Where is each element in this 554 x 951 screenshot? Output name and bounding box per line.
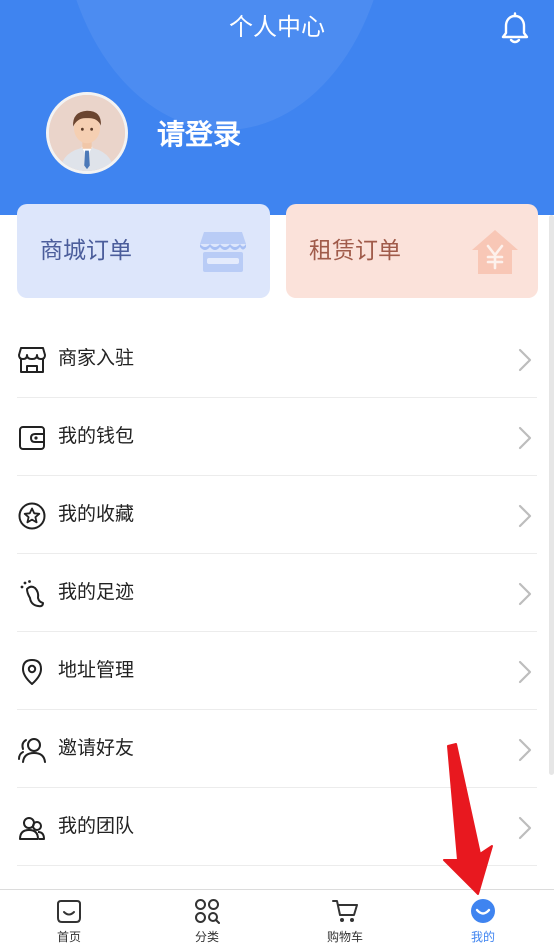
scrollbar[interactable] (549, 215, 554, 775)
rental-orders-label: 租赁订单 (309, 238, 401, 264)
shop-icon (18, 347, 46, 373)
rental-orders-card[interactable]: 租赁订单 (286, 204, 538, 298)
chevron-right-icon (518, 504, 532, 528)
tab-profile[interactable]: 我的 (443, 890, 523, 951)
menu-item-favorites[interactable]: 我的收藏 (17, 476, 537, 554)
menu-item-wallet[interactable]: 我的钱包 (17, 398, 537, 476)
menu-label-address: 地址管理 (58, 659, 135, 681)
tab-label-home: 首页 (56, 930, 81, 944)
location-pin-icon (22, 659, 42, 685)
team-icon (19, 817, 45, 840)
chevron-right-icon (518, 582, 532, 606)
menu-label-merchant-join: 商家入驻 (58, 347, 135, 369)
category-icon (195, 899, 220, 924)
tab-label-category: 分类 (194, 930, 219, 944)
tab-cart[interactable]: 购物车 (305, 890, 385, 951)
bell-icon[interactable] (499, 12, 531, 46)
tab-category[interactable]: 分类 (167, 890, 247, 951)
menu-item-invite-friends[interactable]: 邀请好友 (17, 710, 537, 788)
login-link[interactable]: 请登录 (157, 115, 241, 155)
bottom-tab-bar: 首页 分类 购物车 我的 (0, 889, 554, 951)
chevron-right-icon (518, 348, 532, 372)
menu-label-team: 我的团队 (58, 815, 135, 837)
menu-item-merchant-join[interactable]: 商家入驻 (17, 320, 537, 398)
cart-icon (332, 900, 358, 922)
menu-label-invite-friends: 邀请好友 (58, 737, 135, 759)
chevron-right-icon (518, 426, 532, 450)
invite-user-icon (18, 738, 46, 763)
menu-item-team[interactable]: 我的团队 (17, 788, 537, 866)
avatar-icon (49, 95, 125, 171)
chevron-right-icon (518, 738, 532, 762)
menu-item-footprints[interactable]: 我的足迹 (17, 554, 537, 632)
menu-label-wallet: 我的钱包 (58, 425, 135, 447)
tab-label-cart: 购物车 (326, 930, 363, 944)
tab-home[interactable]: 首页 (29, 890, 109, 951)
store-icon (200, 232, 246, 272)
chevron-right-icon (518, 816, 532, 840)
menu-item-address[interactable]: 地址管理 (17, 632, 537, 710)
profile-header: 个人中心 请登录 (0, 0, 554, 215)
mall-orders-label: 商城订单 (40, 238, 132, 264)
profile-icon (471, 899, 495, 923)
tab-label-profile: 我的 (470, 930, 495, 944)
star-icon (18, 502, 46, 530)
menu-label-footprints: 我的足迹 (58, 581, 135, 603)
footprint-icon (20, 580, 44, 608)
page-title: 个人中心 (229, 13, 325, 41)
wallet-icon (19, 426, 45, 450)
house-yen-icon (472, 230, 518, 274)
chevron-right-icon (518, 660, 532, 684)
avatar[interactable] (46, 92, 128, 174)
home-icon (57, 900, 81, 923)
mall-orders-card[interactable]: 商城订单 (17, 204, 270, 298)
menu-label-favorites: 我的收藏 (58, 503, 135, 525)
